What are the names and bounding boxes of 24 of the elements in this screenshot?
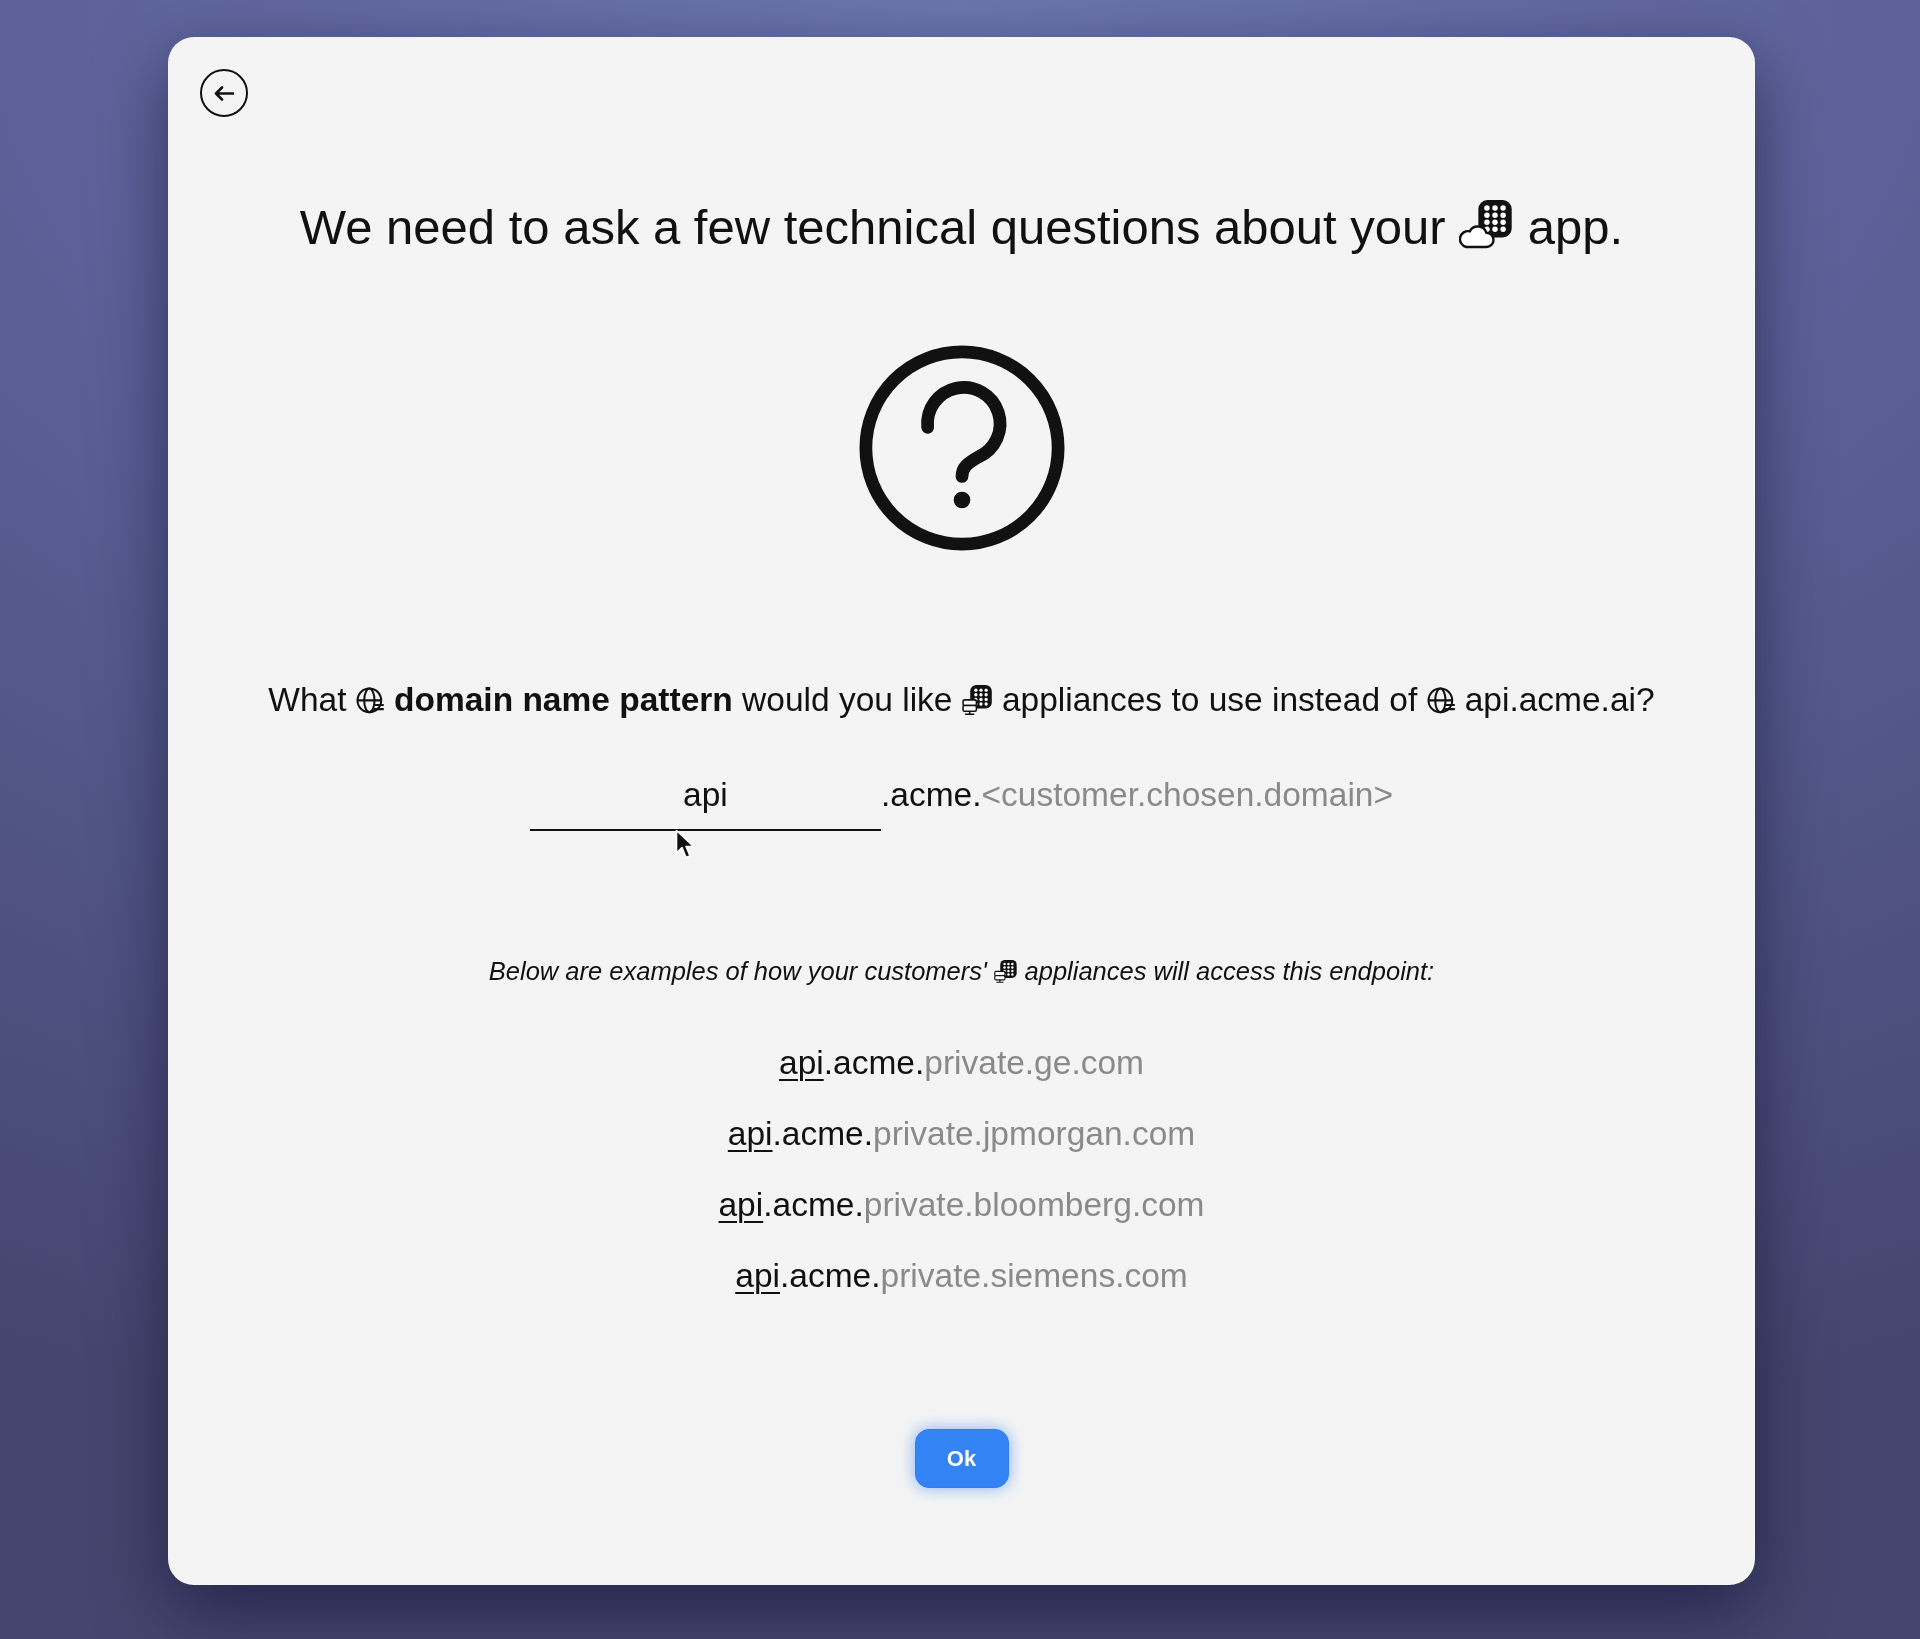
question-text: domain name pattern would you like xyxy=(394,681,953,718)
example-address: api.acme.private.siemens.com xyxy=(735,1256,1188,1296)
subdomain-field[interactable]: api xyxy=(529,775,881,831)
intro-text: Below are examples of how your customers' xyxy=(488,957,987,985)
example-address: api.acme.private.jpmorgan.com xyxy=(727,1114,1196,1154)
appliance-icon xyxy=(994,960,1018,984)
back-button[interactable] xyxy=(200,69,248,117)
domain-suffix-text: .acme.<customer.chosen.domain> xyxy=(880,775,1394,815)
question-text: appliances to use instead of xyxy=(1001,681,1418,718)
mouse-pointer-icon xyxy=(674,829,695,860)
intro-text: appliances will access this endpoint: xyxy=(1024,957,1435,985)
title-text: We need to ask a few technical questions about your xyxy=(299,200,1446,254)
example-address: api.acme.private.ge.com xyxy=(779,1043,1144,1083)
ok-button[interactable]: Ok xyxy=(914,1429,1009,1488)
left-arrow-icon xyxy=(214,85,234,101)
question-circle-icon xyxy=(858,345,1065,551)
cloud-app-icon xyxy=(1459,200,1515,249)
example-address: api.acme.private.bloomberg.com xyxy=(718,1185,1205,1225)
globe-icon xyxy=(355,686,385,715)
question-text: What xyxy=(268,681,347,718)
title-text: app. xyxy=(1527,200,1624,254)
question-text: api.acme.ai? xyxy=(1464,681,1655,718)
globe-icon xyxy=(1426,686,1456,715)
appliance-icon xyxy=(961,684,993,716)
